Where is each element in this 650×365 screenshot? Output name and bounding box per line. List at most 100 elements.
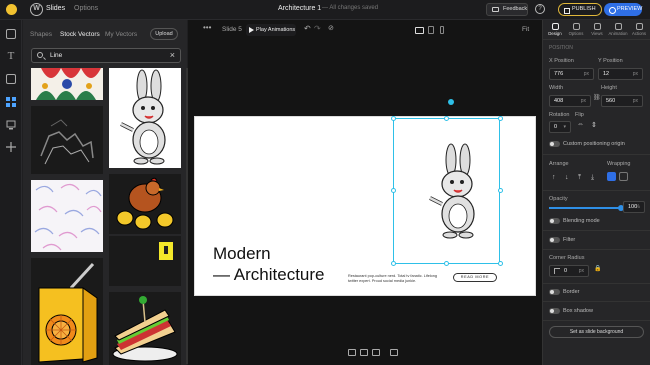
publish-button[interactable]: PUBLISH	[558, 3, 602, 16]
inspector-panel: Design Options Views Animation Actions P…	[542, 20, 650, 365]
opacity-slider[interactable]	[549, 205, 624, 211]
vector-thumbnail-horses[interactable]	[31, 106, 103, 174]
zoom-fit-select[interactable]: Fit	[522, 26, 529, 33]
set-slide-background-button[interactable]: Set as slide background	[549, 326, 644, 338]
next-slide-icon[interactable]	[372, 349, 380, 356]
redo-icon[interactable]: ↷	[314, 24, 321, 33]
search-input[interactable]: Line ×	[31, 48, 181, 63]
filter-label: Filter	[563, 237, 576, 243]
slide-body-text[interactable]: Restaurant pop-culture nerd. Total tv fa…	[348, 274, 443, 284]
blend-toggle[interactable]	[549, 218, 560, 224]
opacity-input[interactable]: 100%	[623, 201, 645, 213]
more-options-icon[interactable]: •••	[203, 23, 211, 32]
vector-thumbnail-feathers[interactable]	[31, 180, 103, 252]
resize-handle-sw[interactable]	[391, 261, 396, 266]
height-unit: px	[632, 98, 638, 104]
resize-handle-w[interactable]	[391, 188, 396, 193]
feedback-button[interactable]: Feedback	[486, 3, 528, 16]
section-position: POSITION	[549, 45, 573, 51]
corner-radius-input[interactable]: 0 px	[549, 265, 589, 277]
tab-shapes[interactable]: Shapes	[30, 31, 52, 38]
resize-handle-n[interactable]	[444, 116, 449, 121]
divider	[543, 39, 650, 40]
tab-actions[interactable]: Actions	[629, 23, 649, 36]
read-more-button[interactable]: READ MORE	[453, 273, 497, 282]
resize-handle-s[interactable]	[444, 261, 449, 266]
tab-views[interactable]: Views	[587, 23, 607, 36]
tab-options-panel[interactable]: Options	[566, 23, 586, 36]
wrap-around-icon[interactable]	[619, 172, 628, 181]
divider	[543, 283, 650, 284]
tab-design[interactable]: Design	[545, 23, 565, 36]
tab-options[interactable]: Options	[74, 5, 98, 12]
vector-thumbnail-folk-pattern[interactable]	[31, 68, 103, 100]
slide-title[interactable]: Modern — Architecture	[213, 243, 325, 285]
border-toggle[interactable]	[549, 289, 560, 295]
shadow-toggle[interactable]	[549, 308, 560, 314]
media-icon[interactable]	[6, 74, 16, 84]
vector-thumbnail-bag[interactable]	[109, 236, 181, 286]
play-animations-button[interactable]: Play Animations	[246, 24, 296, 36]
custom-origin-toggle[interactable]	[549, 141, 560, 147]
bring-front-icon[interactable]: ↑	[552, 174, 556, 181]
upload-button[interactable]: Upload	[150, 28, 178, 40]
wrap-inline-icon[interactable]	[607, 172, 616, 181]
text-icon[interactable]: T	[6, 51, 16, 62]
y-position-input[interactable]: 12 px	[598, 68, 643, 80]
undo-icon[interactable]: ↶	[304, 24, 311, 33]
rotate-handle[interactable]	[448, 99, 454, 105]
duplicate-slide-icon[interactable]	[360, 349, 368, 356]
design-icon	[551, 23, 559, 30]
width-input[interactable]: 408 px	[549, 95, 591, 107]
clear-search-icon[interactable]: ×	[170, 50, 175, 60]
filter-toggle[interactable]	[549, 237, 560, 243]
tablet-view-icon[interactable]	[428, 26, 434, 34]
tab-slides[interactable]: Slides	[46, 5, 65, 12]
x-position-label: X Position	[549, 58, 574, 64]
add-slide-icon[interactable]	[390, 349, 398, 356]
vector-thumbnail-sandwich[interactable]	[109, 292, 181, 365]
interactive-icon[interactable]	[6, 120, 16, 130]
flip-horizontal-icon[interactable]: ⇔	[577, 121, 584, 128]
move-icon[interactable]	[6, 142, 16, 152]
desktop-view-icon[interactable]	[415, 27, 424, 34]
rotation-input[interactable]: 0 ▾	[549, 121, 571, 133]
bring-forward-icon[interactable]: ⤒	[578, 174, 581, 182]
tab-my-vectors[interactable]: My Vectors	[105, 31, 137, 38]
lock-ratio-icon[interactable]: ⛓	[593, 94, 601, 101]
vector-thumbnail-hen-chicks[interactable]	[109, 174, 181, 234]
tab-stock-vectors[interactable]: Stock Vectors	[60, 31, 100, 38]
help-icon[interactable]: ?	[535, 4, 545, 14]
tab-design-label: Design	[548, 31, 562, 36]
app-logo[interactable]	[6, 4, 17, 15]
corner-unit: px	[578, 268, 584, 274]
vectors-icon[interactable]	[6, 97, 16, 107]
height-label: Height	[601, 85, 617, 91]
send-backward-icon[interactable]: ⤓	[591, 174, 594, 182]
save-status: — All changes saved	[322, 5, 379, 11]
hide-icon[interactable]: ⊘	[328, 24, 334, 32]
layers-icon[interactable]	[6, 29, 16, 39]
resize-handle-nw[interactable]	[391, 116, 396, 121]
lock-corners-icon[interactable]: 🔒	[594, 265, 601, 272]
preview-button[interactable]: PREVIEW	[604, 3, 642, 16]
selection-box[interactable]	[393, 118, 500, 264]
x-position-input[interactable]: 776 px	[549, 68, 594, 80]
vector-thumbnail-juice-box[interactable]	[31, 258, 103, 365]
resize-handle-se[interactable]	[498, 261, 503, 266]
wordpress-icon[interactable]: W	[30, 3, 43, 16]
divider	[543, 249, 650, 250]
height-input[interactable]: 560 px	[601, 95, 643, 107]
vector-thumbnail-bunny[interactable]	[109, 68, 181, 168]
resize-handle-e[interactable]	[498, 188, 503, 193]
send-back-icon[interactable]: ↓	[565, 174, 569, 181]
flip-label: Flip	[575, 112, 584, 118]
prev-slide-icon[interactable]	[348, 349, 356, 356]
tab-animation[interactable]: Animation	[608, 23, 628, 36]
flip-vertical-icon[interactable]: ⇕	[591, 121, 597, 129]
opacity-label: Opacity	[549, 196, 568, 202]
resize-handle-ne[interactable]	[498, 116, 503, 121]
mobile-view-icon[interactable]	[440, 26, 444, 34]
top-bar: W Slides Options Architecture 1 — All ch…	[0, 0, 650, 20]
document-title[interactable]: Architecture 1	[278, 5, 321, 12]
